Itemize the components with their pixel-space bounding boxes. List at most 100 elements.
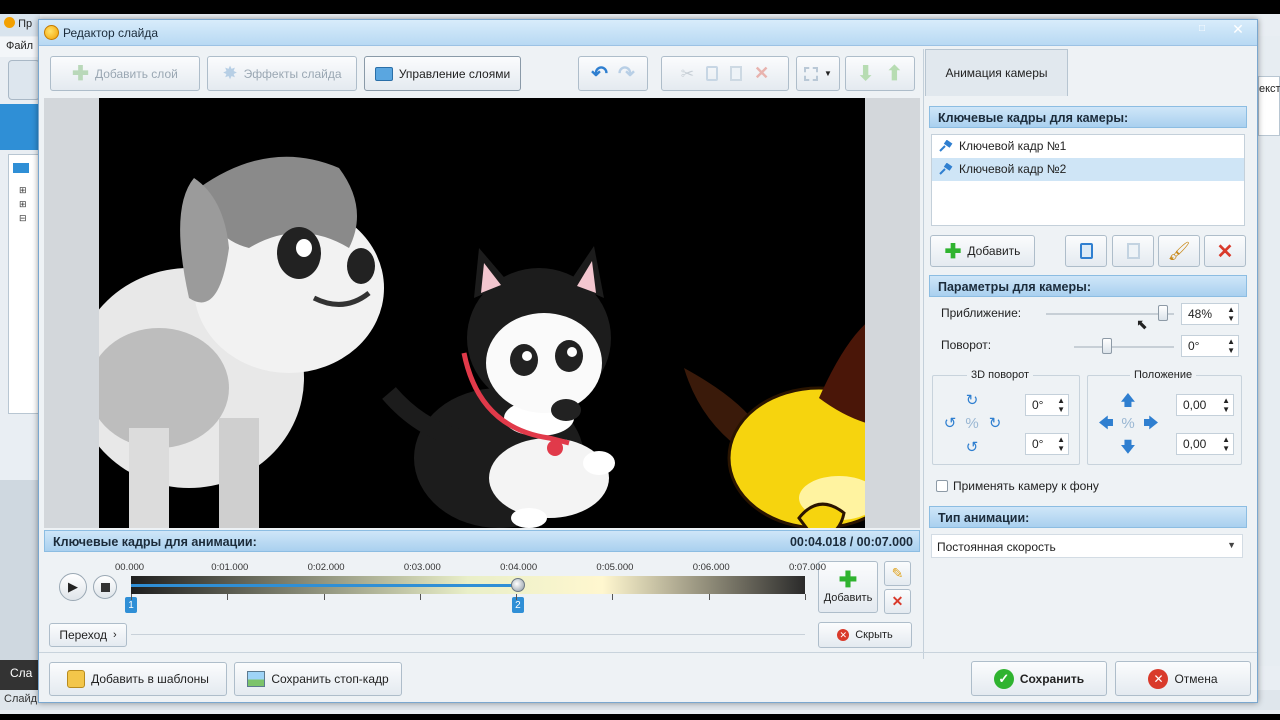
manage-layers-button[interactable]: Управление слоями — [364, 56, 521, 91]
copy-keyframe-button[interactable] — [1065, 235, 1107, 267]
align-dropdown[interactable]: ▼ — [796, 56, 840, 91]
background-app-title: Пр — [0, 14, 40, 36]
undo-redo-group: ↶ ↷ — [578, 56, 648, 91]
delete-camera-keyframe-button[interactable]: ✕ — [1204, 235, 1246, 267]
rotation-slider-thumb[interactable] — [1102, 338, 1112, 354]
add-camera-keyframe-button[interactable]: ✚ Добавить — [930, 235, 1035, 267]
rotate-down-icon[interactable]: ↺ — [962, 438, 982, 458]
background-slides-tab[interactable]: Сла — [0, 660, 40, 690]
paste-icon[interactable] — [730, 66, 743, 81]
rotation-input[interactable]: 0° ▲ ▼ — [1181, 335, 1239, 357]
move-down-icon[interactable]: ⬇ — [857, 61, 874, 86]
camera-keyframes-header-label: Ключевые кадры для камеры: — [938, 111, 1129, 125]
undo-icon[interactable]: ↶ — [591, 61, 608, 86]
zoom-slider-thumb[interactable] — [1157, 305, 1168, 321]
zoom-slider[interactable] — [1046, 313, 1174, 315]
delete-icon: ✕ — [1216, 240, 1234, 263]
tab-camera-animation[interactable]: Анимация камеры — [925, 49, 1068, 96]
close-circle-icon: ✕ — [837, 629, 850, 641]
right-fragment-text: екста — [1259, 83, 1280, 95]
rotate3d-group: 3D поворот ↻ ↺ % ↻ ↺ 0° ▲ ▼ 0° ▲ ▼ — [932, 369, 1080, 465]
maximize-icon[interactable]: □ — [1187, 20, 1217, 38]
arrow-left-icon[interactable]: 🡄 — [1096, 414, 1116, 434]
spin-arrows-icon[interactable]: ▲ ▼ — [1057, 396, 1065, 414]
spin-arrows-icon[interactable]: ▲ ▼ — [1222, 435, 1230, 453]
background-tree[interactable]: ⊞ ⊞ ⊟ — [8, 154, 40, 414]
timeline-tick-label: 0:02.000 — [307, 562, 345, 573]
zoom-input[interactable]: 48% ▲ ▼ — [1181, 303, 1239, 325]
anim-type-select[interactable]: Постоянная скорость ▼ — [931, 534, 1243, 558]
rotate-up-icon[interactable]: ↻ — [962, 391, 982, 411]
paste-keyframe-button[interactable] — [1112, 235, 1154, 267]
cancel-button[interactable]: ✕ Отмена — [1115, 661, 1251, 696]
list-item[interactable]: Ключевой кадр №1 — [932, 135, 1244, 158]
paste-icon — [1126, 243, 1140, 259]
camera-keyframe-list[interactable]: Ключевой кадр №1 Ключевой кадр №2 — [931, 134, 1245, 226]
playhead[interactable] — [510, 578, 525, 592]
list-item[interactable]: Ключевой кадр №2 — [932, 158, 1244, 181]
transition-button[interactable]: Переход › — [49, 623, 127, 647]
pin-icon — [939, 163, 953, 175]
copy-icon[interactable] — [706, 66, 719, 81]
play-button[interactable]: ▶ — [59, 573, 87, 601]
add-to-templates-button[interactable]: Добавить в шаблоны — [49, 662, 227, 696]
background-menu[interactable]: Файл — [0, 37, 40, 57]
position-reset-icon[interactable]: % — [1118, 414, 1138, 434]
chevron-down-icon: ▼ — [1227, 540, 1236, 550]
plus-icon: ✚ — [72, 63, 89, 85]
rotate3d-y-input[interactable]: 0° ▲ ▼ — [1025, 433, 1069, 455]
spin-arrows-icon[interactable]: ▲ ▼ — [1057, 435, 1065, 453]
background-toolbar-button[interactable] — [8, 60, 40, 100]
move-up-icon[interactable]: ⬆ — [886, 61, 903, 86]
add-layer-button[interactable]: ✚ Добавить слой — [50, 56, 200, 91]
footer-divider — [39, 652, 1257, 653]
edit-keyframe-button[interactable]: ✎ — [884, 561, 911, 586]
hide-button[interactable]: ✕ Скрыть — [818, 622, 912, 648]
copy-icon — [1079, 243, 1093, 259]
tree-expanders[interactable]: ⊞ ⊞ ⊟ — [19, 183, 27, 225]
arrow-up-icon[interactable]: 🡅 — [1118, 391, 1138, 411]
timeline-add-button[interactable]: ✚ Добавить — [818, 561, 878, 613]
menu-file[interactable]: Файл — [6, 40, 33, 52]
transition-label: Переход — [59, 628, 107, 642]
marker-2-label: 2 — [515, 600, 521, 611]
rotate3d-x-input[interactable]: 0° ▲ ▼ — [1025, 394, 1069, 416]
rotate-right-icon[interactable]: ↻ — [985, 414, 1005, 434]
spin-arrows-icon[interactable]: ▲ ▼ — [1227, 337, 1235, 355]
brush-icon: 🖌 — [1167, 240, 1191, 261]
close-icon[interactable]: ✕ — [1223, 20, 1253, 38]
spin-arrows-icon[interactable]: ▲ ▼ — [1227, 305, 1235, 323]
spin-arrows-icon[interactable]: ▲ ▼ — [1222, 396, 1230, 414]
position-caption: Положение — [1130, 369, 1197, 381]
redo-icon[interactable]: ↷ — [618, 61, 635, 86]
rotate-reset-icon[interactable]: % — [962, 414, 982, 434]
keyframe-1-label: Ключевой кадр №1 — [959, 139, 1067, 153]
stop-button[interactable] — [93, 575, 117, 599]
timeline-tick-mark — [419, 594, 421, 600]
marker-1-label: 1 — [128, 600, 134, 611]
timeline-tick-label: 0:03.000 — [403, 562, 441, 573]
arrow-down-icon[interactable]: 🡇 — [1118, 438, 1138, 458]
save-frame-button[interactable]: Сохранить стоп-кадр — [234, 662, 402, 696]
rotate-left-icon[interactable]: ↺ — [940, 414, 960, 434]
arrow-right-icon[interactable]: 🡆 — [1141, 414, 1161, 434]
slide-preview[interactable] — [99, 98, 865, 528]
delete-icon[interactable]: ✕ — [754, 63, 769, 84]
timeline-tick-label: 0:04.000 — [500, 562, 538, 573]
slide-editor-dialog: Редактор слайда □ ✕ ✚ Добавить слой ✸ Эф… — [38, 19, 1258, 703]
reset-keyframe-button[interactable]: 🖌 — [1158, 235, 1200, 267]
timeline-tick-mark — [516, 594, 518, 600]
background-right-area: екста — [1258, 36, 1280, 666]
cut-icon[interactable]: ✂ — [681, 64, 694, 84]
manage-layers-label: Управление слоями — [398, 66, 511, 81]
delete-keyframe-button[interactable]: ✕ — [884, 589, 911, 614]
save-button[interactable]: ✓ Сохранить — [971, 661, 1107, 696]
apply-bg-checkbox[interactable] — [936, 480, 948, 492]
timeline-tick-mark — [323, 594, 325, 600]
position-y-input[interactable]: 0,00 ▲ ▼ — [1176, 433, 1234, 455]
keyframe-marker-2[interactable]: 2 — [511, 597, 524, 613]
rotation-slider[interactable] — [1074, 346, 1174, 348]
slide-effects-button[interactable]: ✸ Эффекты слайда — [207, 56, 357, 91]
position-x-input[interactable]: 0,00 ▲ ▼ — [1176, 394, 1234, 416]
stop-icon — [101, 583, 110, 592]
